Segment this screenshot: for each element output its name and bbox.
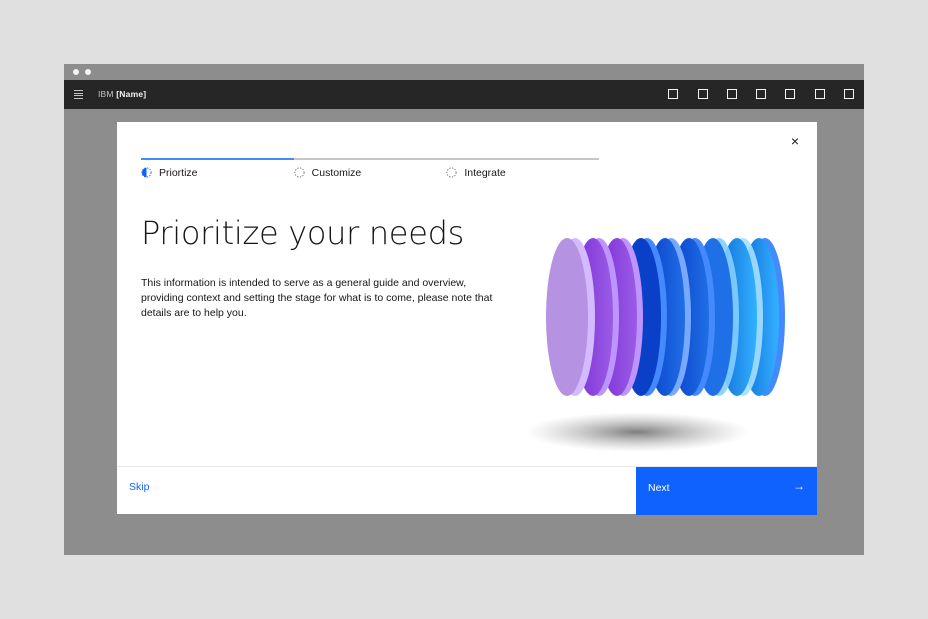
header-action-1-icon[interactable]	[668, 89, 679, 99]
step-incomplete-icon	[294, 167, 305, 178]
brand-prefix: IBM	[98, 89, 114, 99]
header-action-5-icon[interactable]	[785, 89, 796, 99]
ui-shell-header: IBM [Name]	[64, 80, 864, 109]
header-action-7-icon[interactable]	[844, 89, 854, 99]
progress-step-integrate[interactable]: Integrate	[446, 158, 599, 182]
arrow-right-icon: →	[793, 479, 805, 493]
next-button[interactable]: Next →	[636, 467, 817, 515]
header-action-2-icon[interactable]	[697, 89, 708, 99]
disc-stack-illustration	[527, 238, 785, 452]
brand-name[interactable]: IBM [Name]	[98, 89, 146, 99]
progress-step-prioritize[interactable]: Priortize	[141, 158, 294, 182]
step-label: Priortize	[159, 167, 198, 179]
header-action-3-icon[interactable]	[726, 89, 737, 99]
progress-indicator: Priortize Customize Integrate	[141, 158, 599, 182]
step-incomplete-icon	[446, 167, 457, 178]
menu-icon[interactable]	[74, 90, 83, 99]
progress-step-customize[interactable]: Customize	[293, 158, 447, 182]
modal-title: Prioritize your needs	[141, 214, 464, 252]
header-action-6-icon[interactable]	[814, 89, 825, 99]
step-label: Customize	[311, 167, 362, 179]
disc-shadow	[527, 412, 749, 452]
disc-front	[546, 238, 588, 396]
close-icon[interactable]: ×	[787, 133, 803, 149]
header-actions	[668, 89, 854, 99]
progress-bar-segment	[446, 158, 599, 160]
next-label: Next	[648, 482, 670, 494]
modal-description: This information is intended to serve as…	[141, 277, 493, 319]
step-current-icon	[141, 167, 152, 178]
header-action-4-icon[interactable]	[756, 89, 767, 99]
tearsheet-modal: × Priortize Customize Integrate Prioriti…	[117, 122, 817, 515]
progress-bar-segment	[141, 158, 294, 160]
skip-button[interactable]: Skip	[129, 481, 149, 493]
modal-footer: Skip Next →	[117, 466, 817, 515]
window-titlebar	[64, 64, 864, 80]
step-label: Integrate	[464, 167, 506, 179]
window-dot	[73, 69, 79, 75]
progress-bar-segment	[293, 158, 447, 160]
window-dot	[85, 69, 91, 75]
brand-product: [Name]	[116, 89, 147, 99]
